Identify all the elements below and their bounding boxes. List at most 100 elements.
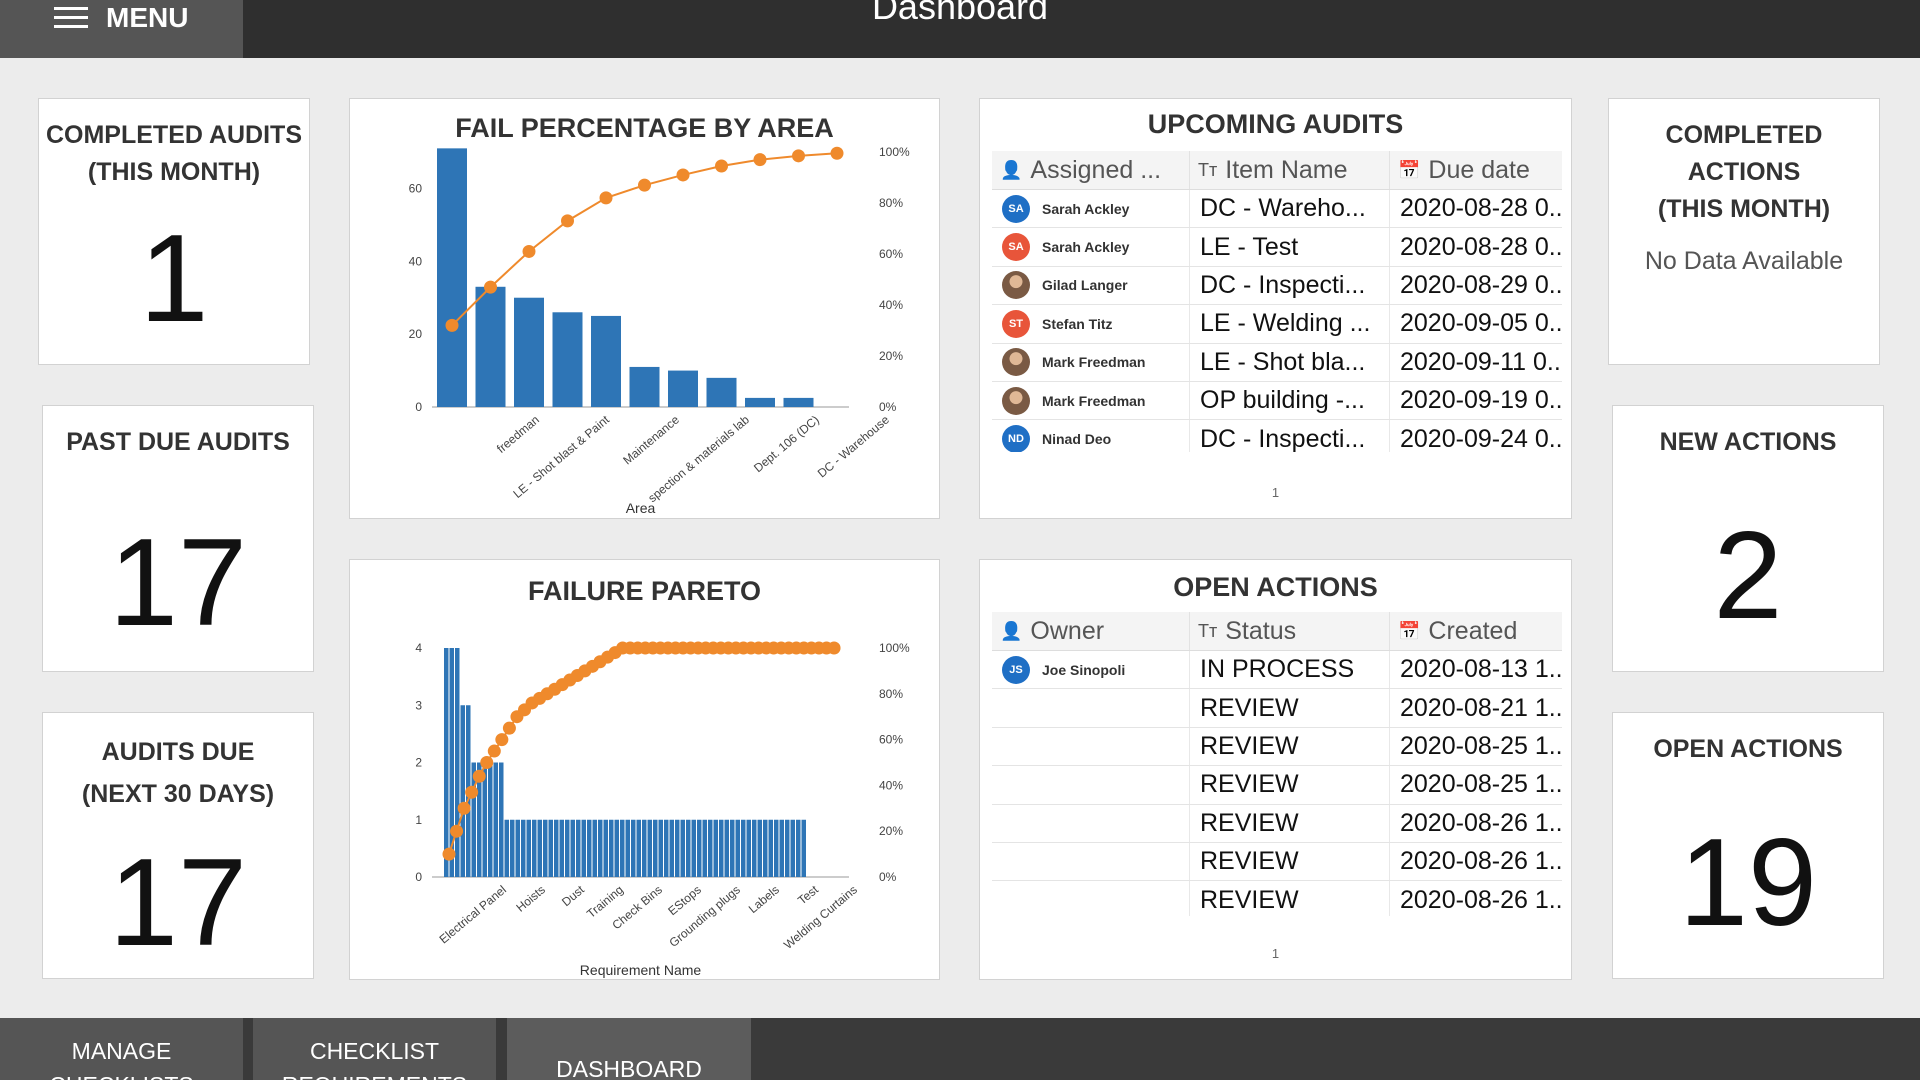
cumulative-point xyxy=(638,178,651,192)
y-tick-label: 60 xyxy=(409,181,423,195)
chart-bar xyxy=(647,819,652,877)
chart-bar xyxy=(757,819,762,877)
table-row[interactable]: REVIEW 2020-08-26 1.. xyxy=(992,842,1562,882)
table-row[interactable]: REVIEW 2020-08-25 1.. xyxy=(992,727,1562,767)
cell-created: 2020-08-26 1.. xyxy=(1400,885,1562,914)
cumulative-point xyxy=(827,641,841,655)
bottom-nav: MANAGECHECKLISTS CHECKLISTREQUIREMENTS D… xyxy=(0,1018,1920,1080)
kpi-title: PAST DUE AUDITS xyxy=(66,428,290,456)
avatar: SA xyxy=(1002,194,1030,223)
kpi-subtitle: (NEXT 30 DAYS) xyxy=(81,780,275,808)
chart-bar xyxy=(543,819,548,877)
kpi-value: 2 xyxy=(1713,507,1783,645)
kpi-past-due-audits[interactable]: PAST DUE AUDITS 17 xyxy=(42,405,314,672)
kpi-open-actions[interactable]: OPEN ACTIONS 19 xyxy=(1612,712,1884,979)
chart-bar xyxy=(801,819,806,877)
chart-bar xyxy=(713,819,718,877)
cumulative-point xyxy=(495,733,509,747)
table-row[interactable]: JS Joe Sinopoli IN PROCESS 2020-08-13 1.. xyxy=(992,651,1562,690)
column-header-due-date[interactable]: 📅 Due date xyxy=(1390,151,1562,189)
cell-person xyxy=(992,727,1190,766)
avatar: SA xyxy=(1002,233,1030,262)
column-header-created[interactable]: 📅 Created xyxy=(1390,612,1562,650)
chart-bar xyxy=(515,819,520,877)
cumulative-point xyxy=(445,318,459,332)
chart-bar xyxy=(488,762,493,877)
cell-person: SA Sarah Ackley xyxy=(992,228,1190,266)
cell-created: 2020-08-26 1.. xyxy=(1400,808,1562,837)
chart-bar xyxy=(746,819,751,877)
y2-tick-label: 100% xyxy=(879,641,910,655)
table-row[interactable]: REVIEW 2020-08-25 1.. xyxy=(992,766,1562,805)
table-row[interactable]: Mark Freedman OP building -... 2020-09-19 … xyxy=(992,381,1562,421)
kpi-completed-audits[interactable]: COMPLETED AUDITS (THIS MONTH) 1 xyxy=(38,98,310,365)
table-row[interactable]: Gilad Langer DC - Inspecti... 2020-08-29 0… xyxy=(992,266,1562,306)
chart-bar xyxy=(592,819,597,877)
chart-bar xyxy=(768,819,773,877)
column-header-item-name[interactable]: Tт Item Name xyxy=(1190,151,1390,189)
table-body[interactable]: SA Sarah Ackley DC - Wareho... 2020-08-28 0… xyxy=(992,190,1562,452)
y-tick-label: 4 xyxy=(415,641,422,655)
table-row[interactable]: ND Ninad Deo DC - Inspecti... 2020-09-24 0.… xyxy=(992,420,1562,452)
calendar-icon: 📅 xyxy=(1398,159,1421,180)
cell-due: 2020-09-19 0.. xyxy=(1400,386,1562,415)
y-tick-label: 3 xyxy=(415,698,422,712)
column-header-assigned[interactable]: 👤 Assigned ... xyxy=(992,151,1190,189)
chart-bar xyxy=(570,819,575,877)
y-tick-label: 0 xyxy=(415,400,422,414)
kpi-value: 17 xyxy=(109,834,247,972)
y2-tick-label: 80% xyxy=(879,196,903,210)
chart-bar xyxy=(719,819,724,877)
cumulative-point xyxy=(561,214,574,228)
cumulative-point xyxy=(450,824,464,838)
chart-bar xyxy=(510,819,515,877)
x-tick-label: DC - Warehouse xyxy=(815,412,892,480)
table-body[interactable]: JS Joe Sinopoli IN PROCESS 2020-08-13 1.. RE… xyxy=(992,651,1562,916)
text-type-icon: Tт xyxy=(1198,159,1218,180)
chart-bar xyxy=(548,819,553,877)
x-tick-label: freedman xyxy=(494,413,542,456)
table-row[interactable]: Mark Freedman LE - Shot bla... 2020-09-11 … xyxy=(992,343,1562,382)
nav-tab-dashboard[interactable]: DASHBOARD xyxy=(507,1018,751,1080)
kpi-audits-due[interactable]: AUDITS DUE (NEXT 30 DAYS) 17 xyxy=(42,712,314,979)
y-tick-label: 40 xyxy=(409,254,423,268)
upcoming-audits-card: UPCOMING AUDITS 👤 Assigned ... Tт Item Nam… xyxy=(979,98,1572,519)
table-row[interactable]: SA Sarah Ackley DC - Wareho... 2020-08-28 0… xyxy=(992,190,1562,229)
chart-bar xyxy=(745,397,775,407)
column-header-owner[interactable]: 👤 Owner xyxy=(992,612,1190,650)
table-row[interactable]: REVIEW 2020-08-21 1.. xyxy=(992,689,1562,728)
column-header-status[interactable]: Tт Status xyxy=(1190,612,1390,650)
table-title: OPEN ACTIONS xyxy=(1173,572,1378,602)
upcoming-audits-table: 👤 Assigned ... Tт Item Name 📅 Due date SA Sa… xyxy=(992,151,1562,452)
kpi-completed-actions[interactable]: COMPLETED ACTIONS (THIS MONTH) No Data Av… xyxy=(1608,98,1880,365)
cell-person: Gilad Langer xyxy=(992,266,1190,305)
table-row[interactable]: REVIEW 2020-08-26 1.. xyxy=(992,804,1562,843)
cell-person xyxy=(992,804,1190,842)
chart-bar xyxy=(642,819,647,877)
cell-due: 2020-09-11 0.. xyxy=(1400,347,1561,376)
y-tick-label: 1 xyxy=(415,813,422,827)
chart-bar xyxy=(526,819,531,877)
cumulative-point xyxy=(480,756,494,769)
page-title: Dashboard xyxy=(871,0,1049,27)
nav-tab-manage-checklists[interactable]: MANAGECHECKLISTS xyxy=(0,1018,243,1080)
chart-bar xyxy=(629,366,660,407)
chart-bar xyxy=(532,819,537,877)
nav-tab-checklist-requirements[interactable]: CHECKLISTREQUIREMENTS xyxy=(253,1018,496,1080)
pagination[interactable]: 1 xyxy=(980,946,1571,961)
cell-created: 2020-08-21 1.. xyxy=(1400,693,1562,722)
table-row[interactable]: REVIEW 2020-08-26 1.. xyxy=(992,881,1562,916)
chart-bar xyxy=(475,286,506,407)
chart-bar xyxy=(591,315,621,407)
table-row[interactable]: ST Stefan Titz LE - Welding ... 2020-09-05 … xyxy=(992,305,1562,344)
pagination[interactable]: 1 xyxy=(980,485,1571,500)
kpi-subtitle: (THIS MONTH) xyxy=(1657,195,1831,223)
kpi-new-actions[interactable]: NEW ACTIONS 2 xyxy=(1612,405,1884,672)
chart-bar xyxy=(504,819,509,877)
table-row[interactable]: SA Sarah Ackley LE - Test 2020-08-28 0.. xyxy=(992,228,1562,267)
avatar: JS xyxy=(1002,655,1030,684)
y2-tick-label: 20% xyxy=(879,824,903,838)
kpi-subtitle: (THIS MONTH) xyxy=(87,158,261,186)
cumulative-point xyxy=(465,785,479,799)
y2-tick-label: 0% xyxy=(879,870,897,884)
